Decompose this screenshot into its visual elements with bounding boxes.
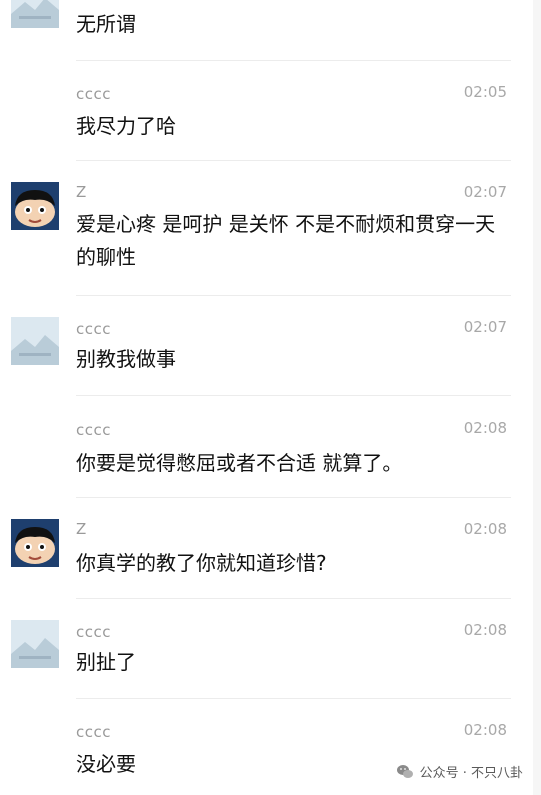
message-time: 02:08: [463, 721, 507, 739]
avatar[interactable]: [11, 620, 59, 668]
message-time: 02:08: [463, 419, 507, 437]
avatar[interactable]: [11, 519, 59, 567]
message-item: cccc 02:08 别扯了: [0, 598, 541, 699]
message-text: 你要是觉得憋屈或者不合适 就算了。: [76, 451, 403, 475]
sender-name: cccc: [76, 85, 111, 103]
cartoon-avatar-icon: [11, 519, 59, 567]
message-text: 别扯了: [76, 650, 136, 674]
avatar[interactable]: [11, 317, 59, 365]
cartoon-avatar-icon: [11, 182, 59, 230]
wechat-icon: [396, 764, 413, 778]
message-item: Z 02:07 爱是心疼 是呵护 是关怀 不是不耐烦和贯穿一天的聊性: [0, 160, 541, 296]
message-item: cccc 02:05 我尽力了哈: [0, 60, 541, 161]
message-item: cccc 02:07 别教我做事: [0, 295, 541, 396]
sender-name: Z: [76, 183, 87, 201]
message-item: cccc 02:08 你要是觉得憋屈或者不合适 就算了。: [0, 395, 541, 498]
sender-name: cccc: [76, 320, 111, 338]
avatar[interactable]: [11, 0, 59, 28]
sender-name: cccc: [76, 723, 111, 741]
sender-name: cccc: [76, 421, 111, 439]
message-text: 爱是心疼 是呵护 是关怀 不是不耐烦和贯穿一天的聊性: [76, 212, 496, 269]
message-time: 02:05: [463, 83, 507, 101]
message-time: 02:08: [463, 520, 507, 538]
message-time: 02:07: [463, 183, 507, 201]
message-time: 02:08: [463, 621, 507, 639]
message-text: 你真学的教了你就知道珍惜?: [76, 551, 327, 575]
message-text: 别教我做事: [76, 347, 176, 371]
avatar[interactable]: [11, 182, 59, 230]
landscape-avatar-icon: [11, 317, 59, 365]
message-item: 无所谓: [0, 0, 541, 61]
scrollbar-track[interactable]: [533, 0, 541, 795]
sender-name: cccc: [76, 623, 111, 641]
landscape-avatar-icon: [11, 0, 59, 28]
chat-history[interactable]: 无所谓 cccc 02:05 我尽力了哈 Z 02:07 爱是心疼 是呵护 是关…: [0, 0, 541, 795]
message-item: Z 02:08 你真学的教了你就知道珍惜?: [0, 497, 541, 599]
message-text: 我尽力了哈: [76, 114, 176, 138]
landscape-avatar-icon: [11, 620, 59, 668]
message-time: 02:07: [463, 318, 507, 336]
message-text: 无所谓: [76, 12, 136, 36]
sender-name: Z: [76, 520, 87, 538]
watermark-text: 公众号 · 不只八卦: [419, 766, 523, 781]
watermark: 公众号 · 不只八卦: [396, 762, 523, 781]
